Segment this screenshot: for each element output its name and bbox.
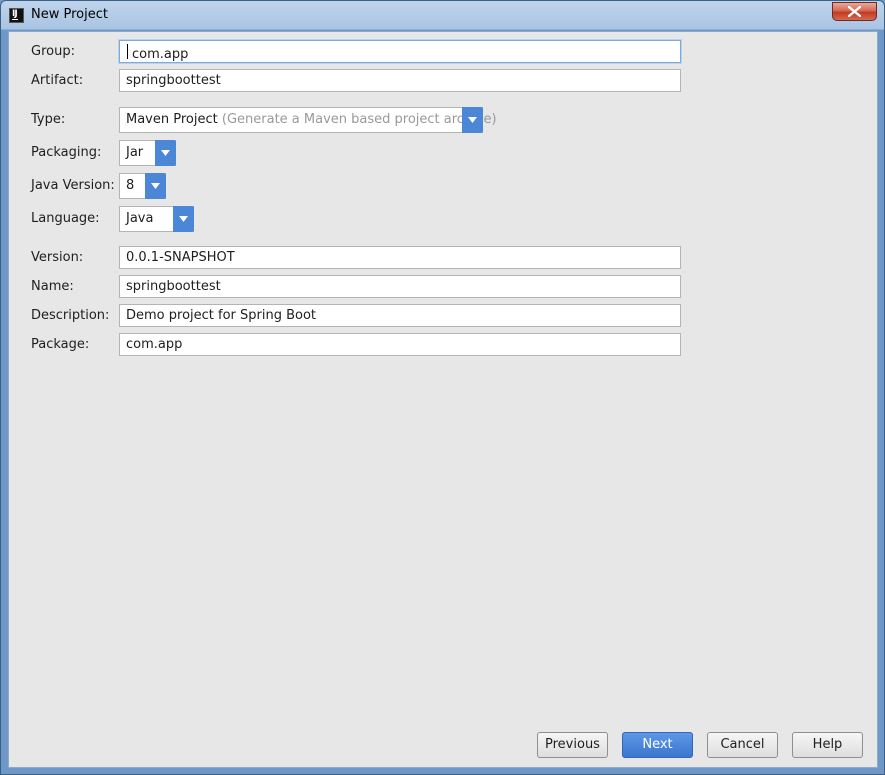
language-dropdown-arrow[interactable] — [173, 206, 194, 232]
chevron-down-icon — [179, 216, 188, 222]
type-value: Maven Project — [126, 112, 218, 127]
next-button[interactable]: Next — [622, 732, 693, 758]
intellij-idea-icon: IJ — [9, 8, 24, 23]
artifact-input[interactable]: springboottest — [119, 69, 681, 92]
window-title: New Project — [31, 7, 108, 22]
language-value: Java — [126, 211, 154, 226]
java-version-value: 8 — [126, 178, 135, 193]
type-dropdown[interactable]: Maven Project (Generate a Maven based pr… — [119, 107, 497, 133]
java-version-dropdown-arrow[interactable] — [145, 173, 166, 199]
packaging-dropdown-arrow[interactable] — [155, 140, 176, 166]
description-label: Description: — [31, 308, 110, 323]
description-input[interactable]: Demo project for Spring Boot — [119, 304, 681, 327]
name-label: Name: — [31, 279, 74, 294]
type-dropdown-arrow[interactable] — [462, 107, 483, 133]
packaging-label: Packaging: — [31, 145, 102, 160]
name-input[interactable]: springboottest — [119, 275, 681, 298]
chevron-down-icon — [468, 117, 477, 123]
version-input[interactable]: 0.0.1-SNAPSHOT — [119, 246, 681, 269]
chevron-down-icon — [151, 183, 160, 189]
help-button[interactable]: Help — [792, 732, 863, 758]
close-icon — [848, 6, 861, 17]
language-dropdown[interactable]: Java — [119, 206, 194, 232]
packaging-dropdown[interactable]: Jar — [119, 140, 176, 166]
java-version-dropdown[interactable]: 8 — [119, 173, 166, 199]
type-hint: (Generate a Maven based project archive) — [221, 112, 497, 127]
dialog-content: Group: com.app Artifact: springboottest … — [8, 31, 878, 768]
artifact-label: Artifact: — [31, 73, 84, 88]
packaging-value: Jar — [126, 145, 144, 160]
package-input[interactable]: com.app — [119, 333, 681, 356]
group-input[interactable]: com.app — [119, 40, 681, 63]
group-label: Group: — [31, 44, 75, 59]
version-label: Version: — [31, 250, 84, 265]
previous-button[interactable]: Previous — [537, 732, 608, 758]
close-button[interactable] — [832, 2, 877, 21]
text-caret — [127, 44, 128, 59]
title-bar[interactable]: IJ New Project — [1, 1, 884, 31]
new-project-window: IJ New Project Group: com.app Artifact: … — [0, 0, 885, 775]
java-version-label: Java Version: — [31, 178, 115, 193]
type-label: Type: — [31, 112, 66, 127]
chevron-down-icon — [161, 150, 170, 156]
cancel-button[interactable]: Cancel — [707, 732, 778, 758]
package-label: Package: — [31, 337, 90, 352]
language-label: Language: — [31, 211, 100, 226]
